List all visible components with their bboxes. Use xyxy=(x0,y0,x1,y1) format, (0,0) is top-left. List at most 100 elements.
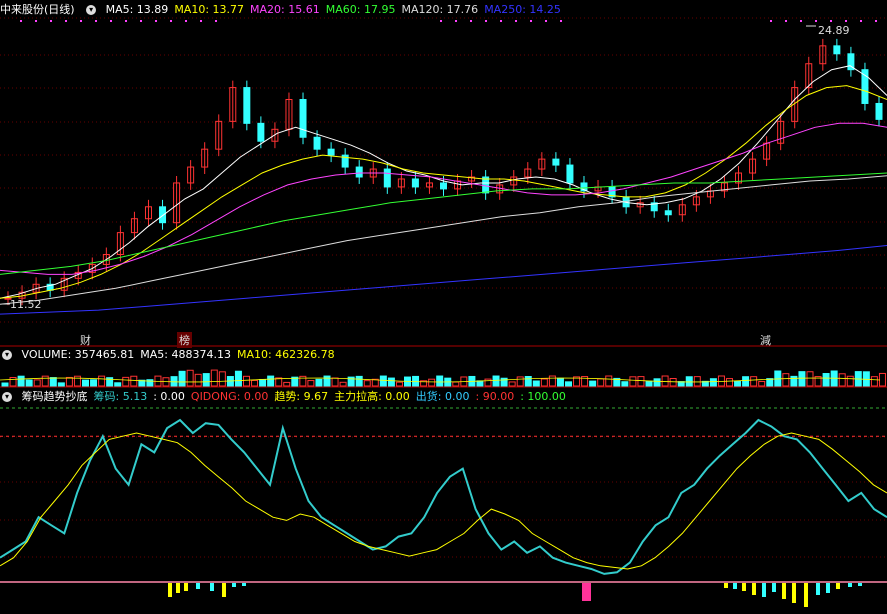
volume-bar xyxy=(742,376,750,387)
signal-bar xyxy=(792,583,796,603)
reduce-marker[interactable]: 減 xyxy=(760,332,771,348)
signal-dot xyxy=(455,20,457,22)
candle-body xyxy=(243,87,251,124)
signal-bar xyxy=(582,583,591,601)
signal-bar xyxy=(242,583,246,586)
signal-dot xyxy=(770,20,772,22)
ma-line-ma20 xyxy=(0,122,887,275)
volume-bar xyxy=(878,372,886,387)
candle-body xyxy=(257,122,265,142)
signal-bar xyxy=(196,583,200,589)
volume-bar xyxy=(565,381,572,387)
signal-bar xyxy=(742,583,746,591)
volume-bar xyxy=(186,369,194,387)
volume-bar xyxy=(605,375,613,387)
volume-bar xyxy=(234,370,242,387)
signal-dot xyxy=(170,20,172,22)
signal-bar xyxy=(752,583,756,595)
volume-bar xyxy=(82,379,89,387)
volume-bar xyxy=(709,378,717,387)
volume-bar xyxy=(331,377,339,387)
signal-dot xyxy=(140,20,142,22)
signal-dot xyxy=(560,20,562,22)
signal-bar xyxy=(804,583,808,607)
volume-bar xyxy=(355,375,363,387)
signal-bar xyxy=(168,583,172,597)
signal-bar xyxy=(782,583,786,599)
volume-bar xyxy=(436,375,444,387)
volume-bar xyxy=(629,376,637,387)
volume-bar xyxy=(41,375,49,387)
volume-bar xyxy=(621,381,629,387)
volume-bar xyxy=(170,376,178,387)
candle-body xyxy=(313,136,321,150)
volume-bar xyxy=(323,375,331,387)
volume-bar xyxy=(806,371,814,387)
volume-bar xyxy=(758,380,766,387)
signal-dot xyxy=(785,20,787,22)
volume-bar xyxy=(9,377,17,387)
candle-body xyxy=(833,45,841,55)
signal-bar xyxy=(210,583,214,591)
signal-dot xyxy=(185,20,187,22)
signal-bar xyxy=(184,583,188,591)
volume-bar xyxy=(218,371,226,387)
candle-body xyxy=(411,178,419,188)
volume-bar xyxy=(452,381,460,387)
volume-bar xyxy=(685,376,693,387)
signal-bar xyxy=(858,583,862,586)
volume-bar xyxy=(484,378,492,387)
candle-body xyxy=(383,168,391,188)
signal-dot xyxy=(80,20,82,22)
volume-bar xyxy=(645,380,653,387)
signal-bar xyxy=(762,583,766,597)
signal-dot xyxy=(815,20,817,22)
signal-dot xyxy=(200,20,202,22)
candle-body xyxy=(299,98,307,138)
indicator-line-chip xyxy=(0,418,887,575)
signal-dot xyxy=(50,20,52,22)
volume-bar xyxy=(243,375,250,387)
volume-bar xyxy=(492,375,500,387)
rank-marker[interactable]: 榜 xyxy=(177,332,192,348)
signal-bar xyxy=(826,583,830,593)
signal-dot xyxy=(500,20,502,22)
volume-bar xyxy=(508,381,516,387)
signal-bar xyxy=(772,583,776,592)
low-price-label: 11.52 xyxy=(10,298,42,311)
volume-bar xyxy=(307,380,315,387)
volume-bar xyxy=(267,375,275,387)
volume-bar xyxy=(57,382,65,387)
volume-bar xyxy=(251,379,259,387)
volume-bar xyxy=(339,381,347,387)
signal-bar xyxy=(176,583,180,593)
signal-dot xyxy=(485,20,487,22)
signal-dot xyxy=(530,20,532,22)
volume-bar xyxy=(49,377,57,387)
volume-bar xyxy=(597,378,605,387)
volume-bar xyxy=(669,378,677,387)
volume-bar xyxy=(259,378,267,387)
signal-dot xyxy=(515,20,517,22)
candle-body xyxy=(327,148,335,156)
volume-bar xyxy=(65,376,73,387)
volume-bar xyxy=(838,373,846,387)
candle-body xyxy=(552,158,560,166)
volume-bar xyxy=(315,378,323,387)
signal-bar xyxy=(222,583,226,597)
signal-bar xyxy=(816,583,820,595)
news-marker[interactable]: 财 xyxy=(80,332,91,348)
volume-bar xyxy=(790,375,798,387)
volume-bar xyxy=(17,375,25,387)
signal-dot xyxy=(440,20,442,22)
signal-dot xyxy=(830,20,832,22)
volume-bar xyxy=(532,380,540,387)
volume-bar xyxy=(540,378,548,387)
signal-dot xyxy=(155,20,157,22)
volume-bar xyxy=(516,376,524,387)
candle-body xyxy=(440,182,447,190)
stock-chart[interactable] xyxy=(0,0,887,614)
volume-bar xyxy=(33,379,41,387)
volume-bar xyxy=(379,375,387,387)
volume-bar xyxy=(202,373,210,387)
